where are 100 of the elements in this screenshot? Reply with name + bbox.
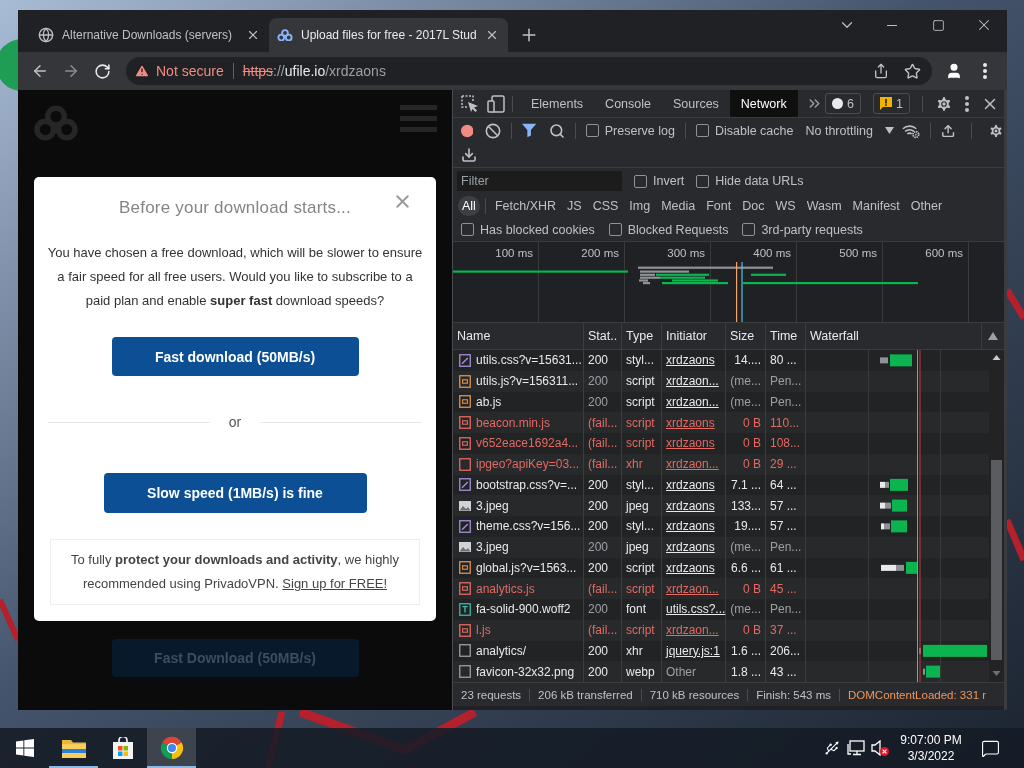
type-filter[interactable]: CSS	[588, 196, 623, 216]
initiator-link[interactable]: xrdzaons	[662, 516, 726, 537]
fast-download-button[interactable]: Fast download (50MB/s)	[111, 337, 359, 376]
settings-icon[interactable]	[935, 94, 953, 113]
script-file-icon	[459, 623, 471, 637]
wifi-gear-icon[interactable]	[901, 122, 920, 139]
request-name: favicon-32x32.png	[476, 664, 575, 679]
shopping-bag-icon	[111, 737, 134, 759]
browser-tab[interactable]: Upload files for free - 2017L Stud	[269, 18, 508, 52]
checkbox[interactable]	[696, 174, 710, 188]
table-cell: script	[622, 619, 662, 641]
message-count-button[interactable]: 6	[825, 93, 862, 114]
request-name: ab.js	[476, 394, 502, 409]
status-text: 206 kB transferred	[530, 688, 642, 701]
column-header[interactable]: Name	[453, 323, 584, 349]
type-filter[interactable]: Manifest	[848, 196, 904, 216]
column-header[interactable]: Initiator	[662, 323, 726, 349]
checkbox[interactable]	[695, 124, 709, 137]
close-icon[interactable]	[246, 28, 260, 42]
filter-field[interactable]: Filter	[457, 171, 622, 191]
cursor-select-icon[interactable]	[461, 94, 479, 113]
column-header[interactable]: Waterfall	[806, 323, 982, 349]
table-cell: (me...	[726, 599, 766, 620]
type-filter[interactable]: Media	[657, 196, 700, 216]
initiator-link[interactable]: xrdzaons	[662, 433, 726, 454]
checkbox[interactable]	[608, 223, 622, 236]
signup-link[interactable]: Sign up for FREE!	[282, 576, 388, 591]
warning-count-button[interactable]: 1	[873, 93, 910, 114]
type-filter[interactable]: WS	[771, 196, 800, 216]
more-icon[interactable]	[965, 95, 969, 112]
download-icon[interactable]	[461, 147, 477, 163]
panel-tab[interactable]: Network	[729, 90, 798, 117]
column-header[interactable]: Type	[622, 323, 662, 349]
type-filter[interactable]: Fetch/XHR	[490, 196, 561, 216]
table-cell: (me...	[726, 370, 766, 392]
tick-label: 600 ms	[883, 242, 969, 262]
star-icon[interactable]	[904, 62, 921, 80]
column-header[interactable]: Size	[726, 323, 766, 349]
table-cell: 0 B	[726, 453, 766, 475]
checkbox[interactable]	[461, 223, 474, 236]
warning-icon	[134, 63, 150, 79]
record-icon[interactable]	[461, 123, 474, 138]
file-icon	[459, 457, 471, 471]
type-filter[interactable]: JS	[563, 196, 586, 216]
column-header[interactable]: Time	[766, 323, 806, 349]
type-filter[interactable]: Font	[702, 196, 736, 216]
checkbox[interactable]	[634, 174, 647, 188]
initiator-link[interactable]: xrdzaon...	[662, 619, 726, 641]
settings-icon[interactable]	[987, 121, 1004, 140]
close-icon[interactable]	[485, 28, 499, 42]
devices-icon[interactable]	[487, 94, 505, 113]
throttling-select[interactable]: No throttling	[805, 123, 894, 138]
request-name: analytics/	[476, 643, 527, 658]
search-icon[interactable]	[548, 122, 565, 139]
security-label[interactable]: Not secure	[156, 63, 224, 79]
checkbox-label: Hide data URLs	[715, 174, 804, 188]
speaker-muted-icon[interactable]	[871, 740, 889, 756]
clock-date[interactable]: 3/3/2022	[907, 748, 955, 764]
sort-ascending-icon[interactable]	[988, 332, 998, 340]
type-filter[interactable]: Doc	[738, 196, 769, 216]
type-filter[interactable]: Other	[906, 196, 947, 216]
vpn-notice: To fully protect your downloads and activity, we highly recommended using PrivadoVPN. Sign up for FREE!	[50, 539, 420, 605]
dot-icon	[832, 98, 844, 109]
column-header[interactable]: Stat..	[584, 323, 622, 349]
initiator-link[interactable]: xrdzaon...	[662, 453, 726, 475]
monitor-icon[interactable]	[847, 740, 865, 756]
warning-flag-icon	[880, 97, 893, 110]
request-name: l.js	[476, 623, 491, 638]
type-filter[interactable]: Img	[625, 196, 655, 216]
table-cell: (fail...	[584, 433, 622, 454]
clock-time[interactable]: 9:07:00 PM	[900, 732, 962, 748]
checkbox-label: Invert	[653, 174, 685, 188]
panel-tab[interactable]: Elements	[520, 90, 595, 117]
checkbox[interactable]	[742, 223, 756, 236]
checkbox[interactable]	[585, 124, 599, 137]
ban-icon[interactable]	[485, 122, 502, 139]
table-cell: 200	[584, 370, 622, 392]
script-file-icon	[459, 395, 471, 409]
initiator-link[interactable]: xrdzaons	[662, 536, 726, 558]
initiator-link[interactable]: xrdzaon...	[662, 370, 726, 392]
type-filter[interactable]: Wasm	[802, 196, 846, 216]
table-cell: styl...	[622, 350, 662, 371]
taskbar-button[interactable]	[147, 728, 196, 768]
browser-tab[interactable]: Alternative Downloads (servers)	[30, 18, 269, 52]
panel-tab[interactable]: Console	[594, 90, 662, 117]
share-icon[interactable]	[873, 63, 889, 79]
reload-icon	[93, 62, 111, 80]
slow-download-button[interactable]: Slow speed (1MB/s) is fine	[103, 473, 367, 513]
usb-icon[interactable]	[824, 740, 840, 756]
font-file-icon	[459, 602, 471, 616]
checkbox-label: Disable cache	[714, 123, 794, 138]
request-name: 3.jpeg	[476, 498, 509, 513]
initiator-link[interactable]: utils.css?...	[662, 599, 726, 620]
funnel-icon[interactable]	[522, 123, 537, 138]
panel-tab[interactable]: Sources	[662, 90, 730, 117]
upload-icon[interactable]	[940, 122, 955, 139]
file-icon	[459, 644, 471, 658]
type-filter[interactable]: All	[458, 196, 480, 216]
initiator-link[interactable]: xrdzaons	[662, 350, 726, 371]
address-bar[interactable]: Not secure https://ufile.io/xrdzaons	[126, 57, 932, 85]
